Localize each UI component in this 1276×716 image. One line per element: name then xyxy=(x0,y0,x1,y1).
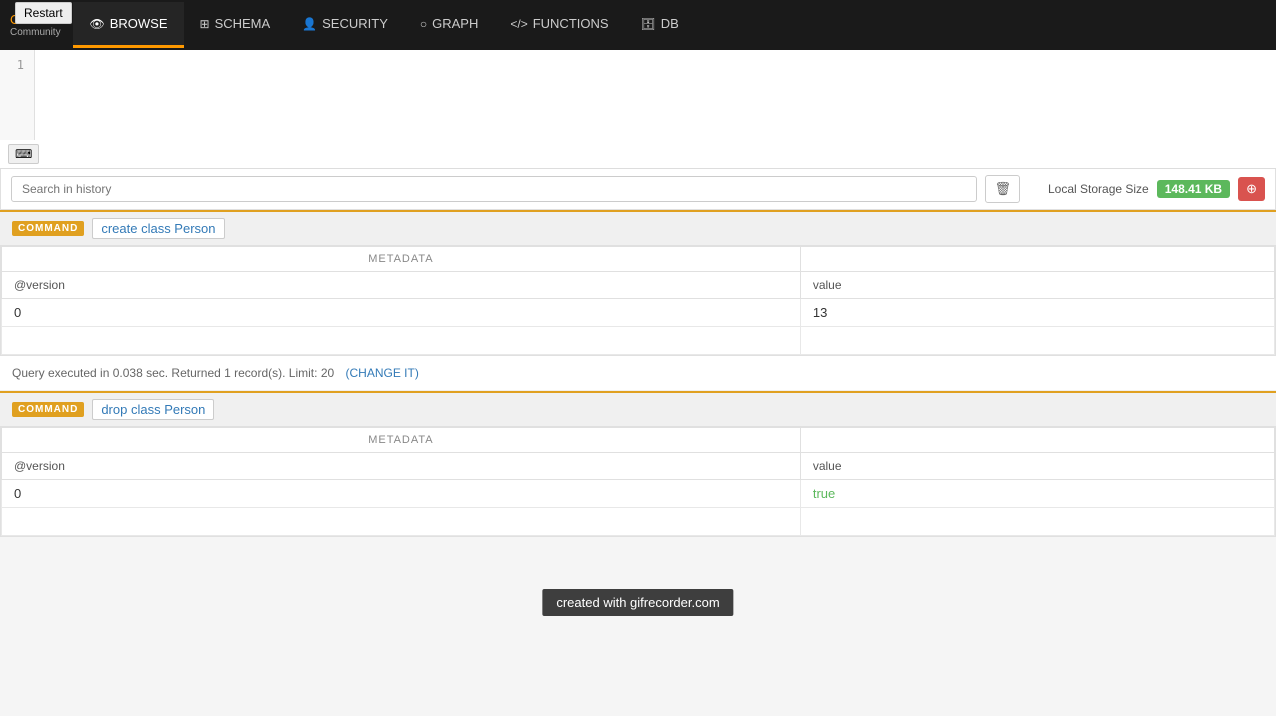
col-value-1: value xyxy=(800,272,1274,299)
line-numbers: 1 xyxy=(0,50,35,140)
functions-icon: </> xyxy=(510,17,527,31)
nav-item-functions[interactable]: </> FUNCTIONS xyxy=(494,2,624,48)
table-row-2: 0 true xyxy=(2,480,1275,508)
nav-label-graph: GRAPH xyxy=(432,16,478,31)
table-header-row-2: METADATA xyxy=(2,428,1275,453)
navbar: Restart OrientDB Community 👁 BROWSE ⊞ SC… xyxy=(0,0,1276,50)
editor-body: 1 xyxy=(0,50,1276,140)
col-value-2: value xyxy=(800,453,1274,480)
security-icon: 👤 xyxy=(302,17,317,31)
command-section-2: COMMAND drop class Person METADATA @vers… xyxy=(0,391,1276,537)
browse-icon: 👁 xyxy=(89,17,104,31)
result-table-2: METADATA @version value 0 true xyxy=(1,427,1275,536)
command-header-1: COMMAND create class Person xyxy=(0,210,1276,245)
query-editor[interactable] xyxy=(35,50,1276,140)
value-header-1 xyxy=(800,247,1274,272)
command-link-2[interactable]: drop class Person xyxy=(92,399,214,420)
storage-size-badge: 148.41 KB xyxy=(1157,180,1230,198)
line-number-1: 1 xyxy=(17,58,24,72)
command-badge-1: COMMAND xyxy=(12,221,84,236)
storage-info: Local Storage Size 148.41 KB ⊕ xyxy=(1048,177,1265,201)
empty-cell-2b xyxy=(800,508,1274,536)
nav-label-security: SECURITY xyxy=(322,16,388,31)
cell-version-val-1: 0 xyxy=(2,299,801,327)
empty-cell-1b xyxy=(800,327,1274,355)
logo-community: Community xyxy=(10,27,63,38)
storage-clear-button[interactable]: ⊕ xyxy=(1238,177,1265,201)
table-row: 0 13 xyxy=(2,299,1275,327)
nav-items: 👁 BROWSE ⊞ SCHEMA 👤 SECURITY ○ GRAPH </>… xyxy=(73,2,694,48)
metadata-header-2: METADATA xyxy=(2,428,801,453)
cell-value-val-1: 13 xyxy=(800,299,1274,327)
editor-container: 1 ⌨ xyxy=(0,50,1276,169)
column-header-row-2: @version value xyxy=(2,453,1275,480)
command-header-2: COMMAND drop class Person xyxy=(0,391,1276,426)
nav-item-browse[interactable]: 👁 BROWSE xyxy=(73,2,183,48)
table-header-row-1: METADATA xyxy=(2,247,1275,272)
restart-button[interactable]: Restart xyxy=(15,2,72,24)
nav-item-db[interactable]: 🗄 DB xyxy=(625,2,695,48)
query-stats-1: Query executed in 0.038 sec. Returned 1 … xyxy=(12,366,334,380)
value-header-2 xyxy=(800,428,1274,453)
command-section-1: COMMAND create class Person METADATA @ve… xyxy=(0,210,1276,391)
col-version-2: @version xyxy=(2,453,801,480)
command-badge-2: COMMAND xyxy=(12,402,84,417)
nav-item-security[interactable]: 👤 SECURITY xyxy=(286,2,404,48)
editor-toolbar: ⌨ xyxy=(0,140,1276,168)
result-table-1: METADATA @version value 0 13 xyxy=(1,246,1275,355)
storage-label: Local Storage Size xyxy=(1048,182,1149,196)
nav-label-db: DB xyxy=(661,16,679,31)
table-row-empty-2 xyxy=(2,508,1275,536)
query-info-1: Query executed in 0.038 sec. Returned 1 … xyxy=(0,356,1276,391)
command-link-1[interactable]: create class Person xyxy=(92,218,224,239)
change-it-link-1[interactable]: (CHANGE IT) xyxy=(346,366,419,380)
nav-label-functions: FUNCTIONS xyxy=(533,16,609,31)
nav-label-browse: BROWSE xyxy=(110,16,168,31)
watermark: created with gifrecorder.com xyxy=(542,589,733,616)
result-table-wrapper-2: METADATA @version value 0 true xyxy=(0,426,1276,537)
nav-item-graph[interactable]: ○ GRAPH xyxy=(404,2,494,48)
cell-value-val-2: true xyxy=(800,480,1274,508)
empty-cell-2a xyxy=(2,508,801,536)
table-row-empty-1 xyxy=(2,327,1275,355)
nav-item-schema[interactable]: ⊞ SCHEMA xyxy=(184,2,287,48)
cell-version-val-2: 0 xyxy=(2,480,801,508)
history-bar: 🗑 Local Storage Size 148.41 KB ⊕ xyxy=(0,169,1276,210)
col-version-1: @version xyxy=(2,272,801,299)
history-search-input[interactable] xyxy=(11,176,977,202)
nav-label-schema: SCHEMA xyxy=(215,16,271,31)
db-icon: 🗄 xyxy=(641,17,656,31)
result-table-wrapper-1: METADATA @version value 0 13 xyxy=(0,245,1276,356)
keyboard-button[interactable]: ⌨ xyxy=(8,144,39,164)
graph-icon: ○ xyxy=(420,17,427,31)
column-header-row-1: @version value xyxy=(2,272,1275,299)
delete-history-button[interactable]: 🗑 xyxy=(985,175,1020,203)
metadata-header-1: METADATA xyxy=(2,247,801,272)
schema-icon: ⊞ xyxy=(200,17,210,31)
empty-cell-1a xyxy=(2,327,801,355)
